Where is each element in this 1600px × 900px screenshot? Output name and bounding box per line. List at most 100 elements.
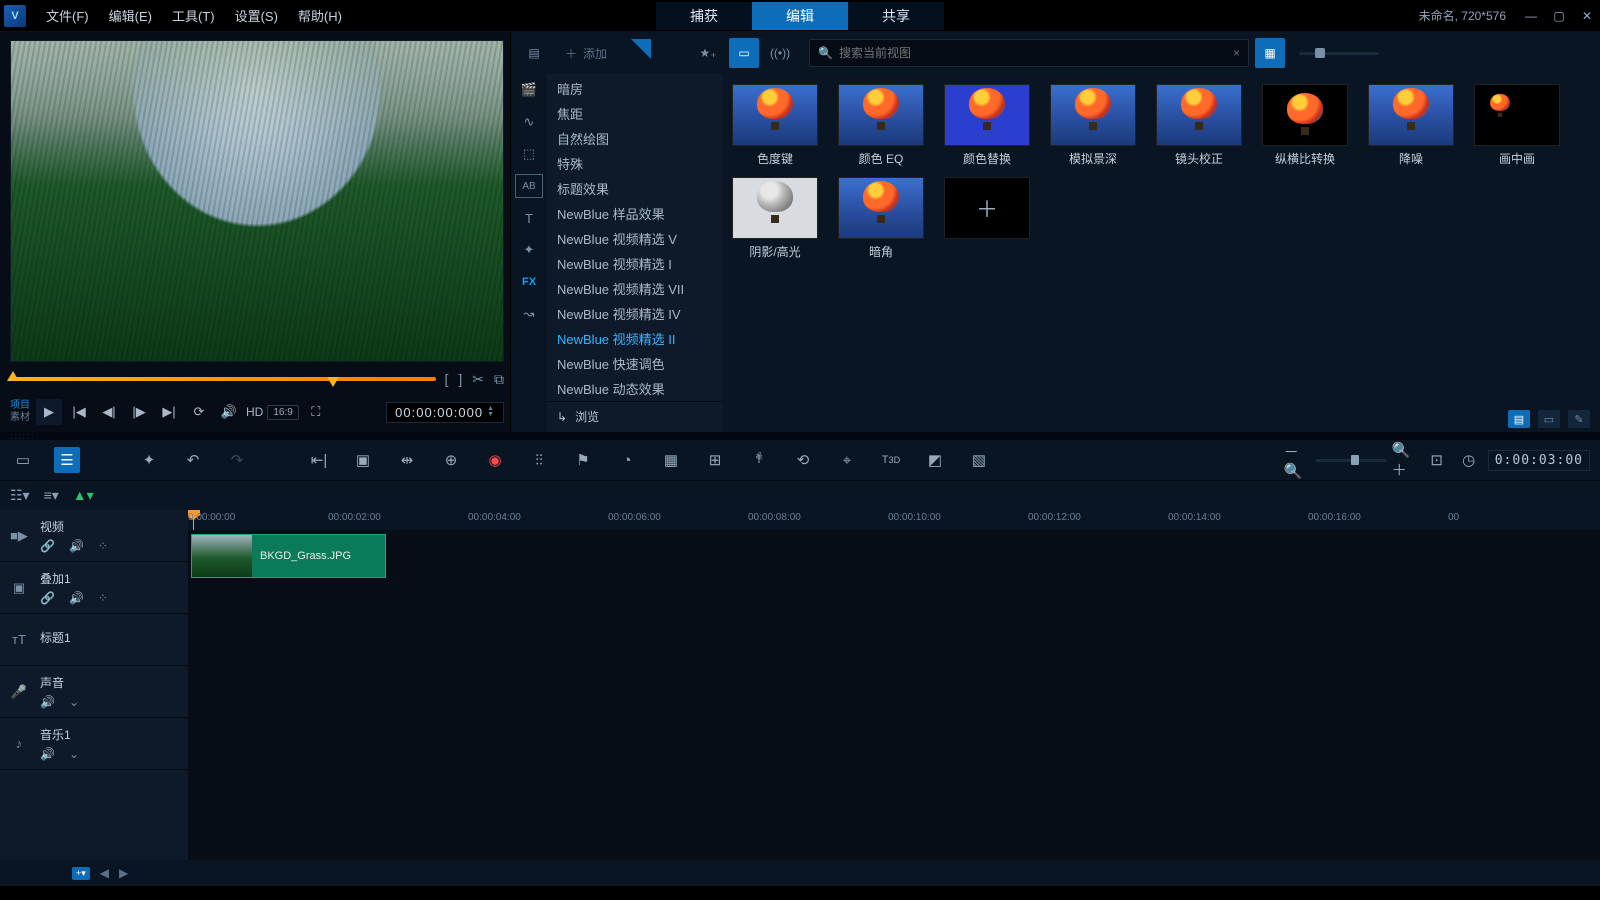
- tree-item[interactable]: 标题效果: [547, 176, 723, 201]
- mode-project-label[interactable]: 项目: [10, 400, 30, 412]
- close-icon[interactable]: ✕: [1578, 7, 1596, 25]
- cat-transition-icon[interactable]: ⬚: [515, 142, 543, 166]
- tree-item[interactable]: NewBlue 快速调色: [547, 351, 723, 376]
- menu-tools[interactable]: 工具(T): [162, 2, 225, 29]
- menu-file[interactable]: 文件(F): [36, 2, 99, 29]
- tree-item[interactable]: NewBlue 视频精选 VII: [547, 276, 723, 301]
- track-fx-icon[interactable]: ⁘: [98, 539, 108, 553]
- track-lane[interactable]: BKGD_Grass.JPG: [188, 530, 1600, 582]
- preview-viewport[interactable]: [10, 40, 504, 362]
- track-expand-icon[interactable]: ⌄: [69, 695, 79, 709]
- track-link-icon[interactable]: 🔗: [40, 591, 55, 605]
- marker-icon[interactable]: ⚑: [570, 447, 596, 473]
- effect-thumb[interactable]: 纵横比转换: [1257, 84, 1353, 167]
- tab-capture[interactable]: 捕获: [656, 2, 752, 30]
- view-grid-icon[interactable]: ▦: [1255, 38, 1285, 68]
- mixer-icon[interactable]: ⫶⫶: [526, 447, 552, 473]
- mode-clip-label[interactable]: 素材: [10, 412, 30, 424]
- effect-thumb[interactable]: 模拟景深: [1045, 84, 1141, 167]
- zoom-out-icon[interactable]: －🔍: [1284, 447, 1310, 473]
- track-expand-icon[interactable]: ⌄: [69, 747, 79, 761]
- tree-item[interactable]: 自然绘图: [547, 126, 723, 151]
- tree-item[interactable]: NewBlue 视频精选 II: [547, 326, 723, 351]
- tab-edit[interactable]: 编辑: [752, 2, 848, 30]
- track-link-icon[interactable]: 🔗: [40, 539, 55, 553]
- track-enable-icon[interactable]: ▲▾: [73, 487, 94, 504]
- timecode-display[interactable]: 00:00:00:000 ▲▼: [386, 402, 504, 423]
- mask-icon[interactable]: ◩: [922, 447, 948, 473]
- timeline-duration[interactable]: 0:00:03:00: [1488, 450, 1590, 471]
- mark-in-icon[interactable]: [: [444, 371, 448, 388]
- time-ruler[interactable]: 0:00:00:0000:00:02:0000:00:04:0000:00:06…: [188, 510, 1600, 530]
- track-vol-icon[interactable]: 🔊: [40, 695, 55, 709]
- timeline-clip[interactable]: BKGD_Grass.JPG: [191, 534, 386, 578]
- track-motion-icon[interactable]: ⟲: [790, 447, 816, 473]
- effect-thumb[interactable]: 暗角: [833, 177, 929, 260]
- effect-thumb[interactable]: 画中画: [1469, 84, 1565, 167]
- mark-in-handle[interactable]: [7, 371, 19, 381]
- filter-audio-icon[interactable]: ((•)): [765, 38, 795, 68]
- mark-out-icon[interactable]: ]: [458, 371, 462, 388]
- maximize-icon[interactable]: ▢: [1550, 7, 1568, 25]
- scroll-left-icon[interactable]: ◀: [100, 866, 109, 880]
- fullscreen-icon[interactable]: ⛶: [303, 399, 329, 425]
- timeline-mode-icon[interactable]: ☰: [54, 447, 80, 473]
- tools-icon[interactable]: ✦: [136, 447, 162, 473]
- tree-item[interactable]: 特殊: [547, 151, 723, 176]
- ripple-icon[interactable]: ⇤|: [306, 447, 332, 473]
- track-vol-icon[interactable]: 🔊: [40, 747, 55, 761]
- mark-out-handle[interactable]: [327, 377, 339, 387]
- scrub-bar[interactable]: [10, 377, 436, 381]
- split-icon[interactable]: ✂: [472, 371, 484, 388]
- menu-settings[interactable]: 设置(S): [225, 2, 288, 29]
- pane-grip[interactable]: ::::::: [0, 432, 1600, 440]
- track-list-icon[interactable]: ☷▾: [10, 487, 30, 504]
- volume-button[interactable]: 🔊: [216, 399, 242, 425]
- minimize-icon[interactable]: —: [1522, 7, 1540, 25]
- clear-search-icon[interactable]: ×: [1233, 46, 1240, 60]
- track-header[interactable]: 🎤声音🔊⌄: [0, 666, 188, 718]
- fit-project-icon[interactable]: ⊡: [1424, 447, 1450, 473]
- effect-thumb[interactable]: 颜色 EQ: [833, 84, 929, 167]
- cat-fx-icon[interactable]: FX: [515, 270, 543, 294]
- gallery-toggle-icon[interactable]: ▤: [519, 38, 549, 68]
- insert-icon[interactable]: ⊕: [438, 447, 464, 473]
- tree-item[interactable]: NewBlue 视频精选 I: [547, 251, 723, 276]
- aspect-badge[interactable]: 16:9: [267, 405, 298, 420]
- menu-edit[interactable]: 编辑(E): [99, 2, 162, 29]
- cat-title-ab-icon[interactable]: AB: [515, 174, 543, 198]
- fit-icon[interactable]: ▣: [350, 447, 376, 473]
- track-header[interactable]: ᴛT标题1: [0, 614, 188, 666]
- cat-graphic-icon[interactable]: ✦: [515, 238, 543, 262]
- tree-item[interactable]: 暗房: [547, 76, 723, 101]
- snapshot-icon[interactable]: ⧉: [494, 371, 504, 388]
- track-header[interactable]: ■▶视频🔗🔊⁘: [0, 510, 188, 562]
- effect-thumb[interactable]: 颜色替换: [939, 84, 1035, 167]
- cat-title-t-icon[interactable]: T: [515, 206, 543, 230]
- cat-path-icon[interactable]: ↝: [515, 302, 543, 326]
- tree-item[interactable]: 焦距: [547, 101, 723, 126]
- cat-audio-icon[interactable]: ∿: [515, 110, 543, 134]
- split-arrows-icon[interactable]: ⇹: [394, 447, 420, 473]
- effect-thumb[interactable]: 阴影/高光: [727, 177, 823, 260]
- add-effect-thumb[interactable]: ＋: [939, 177, 1035, 260]
- motion-icon[interactable]: 𐇲: [746, 447, 772, 473]
- tree-item[interactable]: NewBlue 样品效果: [547, 201, 723, 226]
- effect-thumb[interactable]: 色度键: [727, 84, 823, 167]
- track-header[interactable]: ▣叠加1🔗🔊⁘: [0, 562, 188, 614]
- browse-label[interactable]: 浏览: [575, 408, 599, 425]
- tree-item[interactable]: NewBlue 视频精选 IV: [547, 301, 723, 326]
- filter-video-icon[interactable]: ▭: [729, 38, 759, 68]
- storyboard-mode-icon[interactable]: ▭: [10, 447, 36, 473]
- color-icon[interactable]: ▧: [966, 447, 992, 473]
- tab-share[interactable]: 共享: [848, 2, 944, 30]
- track-vol-icon[interactable]: 🔊: [69, 591, 84, 605]
- play-button[interactable]: ▶: [36, 399, 62, 425]
- search-box[interactable]: 🔍 ×: [809, 39, 1249, 67]
- prev-frame-button[interactable]: ◀|: [96, 399, 122, 425]
- tree-item[interactable]: NewBlue 动态效果: [547, 376, 723, 401]
- record-icon[interactable]: ◉: [482, 447, 508, 473]
- track-vol-icon[interactable]: 🔊: [69, 539, 84, 553]
- thumb-zoom-slider[interactable]: [1299, 52, 1379, 55]
- storyboard-view-icon[interactable]: ▤: [1508, 410, 1530, 428]
